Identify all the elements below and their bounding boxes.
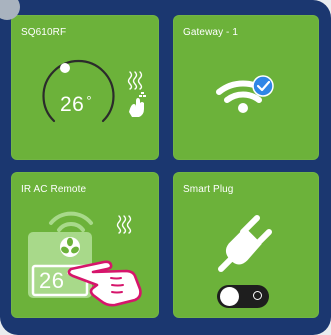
tile-ir-ac-remote[interactable]: IR AC Remote 26 ° — [11, 172, 159, 318]
tile-gateway[interactable]: Gateway - 1 — [173, 15, 319, 160]
toggle-switch-icon[interactable] — [217, 285, 269, 308]
check-badge-icon — [252, 75, 274, 97]
pointing-hand-icon — [67, 260, 142, 307]
tile-thermostat[interactable]: SQ610RF 26 ° — [11, 15, 159, 160]
device-dashboard: SQ610RF 26 ° Gateway - 1 IR AC Remote 26… — [0, 0, 331, 335]
tile-smart-plug[interactable]: Smart Plug — [173, 172, 319, 318]
hand-signal-icon — [129, 92, 146, 117]
